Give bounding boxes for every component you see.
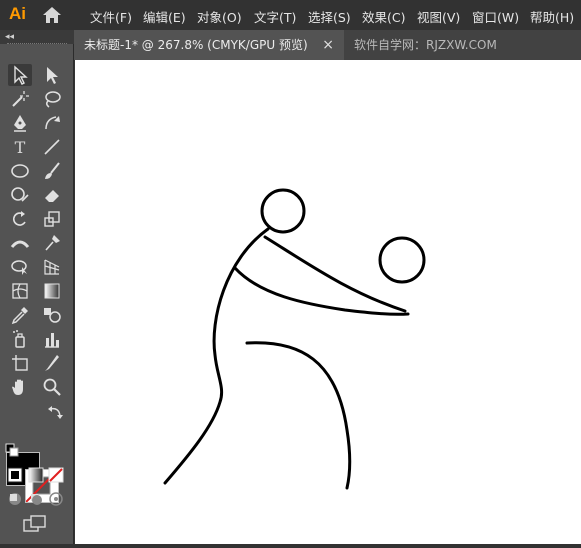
menu-object[interactable]: 对象(O) <box>197 7 242 26</box>
perspective-grid-tool-icon[interactable] <box>40 256 64 278</box>
close-icon[interactable]: × <box>322 30 334 60</box>
tools-panel: T <box>0 44 74 544</box>
mesh-tool-icon[interactable] <box>8 280 32 302</box>
body-back-stroke[interactable] <box>163 227 270 485</box>
draw-inside-icon[interactable] <box>47 490 65 508</box>
puppet-warp-tool-icon[interactable] <box>40 232 64 254</box>
draw-normal-icon[interactable] <box>6 490 24 508</box>
screen-mode-icon[interactable] <box>22 514 48 534</box>
selection-tool-icon[interactable] <box>8 64 32 86</box>
symbol-sprayer-tool-icon[interactable] <box>8 328 32 350</box>
menu-help[interactable]: 帮助(H) <box>530 7 574 26</box>
blend-tool-icon[interactable] <box>40 304 64 326</box>
head-circle[interactable] <box>260 188 306 234</box>
home-icon[interactable] <box>42 6 62 24</box>
app-logo: Ai <box>9 4 26 23</box>
rotate-tool-icon[interactable] <box>8 208 32 230</box>
ellipse-tool-icon[interactable] <box>8 160 32 182</box>
artwork <box>163 188 426 490</box>
scale-tool-icon[interactable] <box>40 208 64 230</box>
magic-wand-tool-icon[interactable] <box>8 88 32 110</box>
slice-tool-icon[interactable] <box>40 352 64 374</box>
column-graph-tool-icon[interactable] <box>40 328 64 350</box>
eyedropper-tool-icon[interactable] <box>8 304 32 326</box>
pen-tool-icon[interactable] <box>8 112 32 134</box>
collapse-icon: ◂◂ <box>5 32 15 42</box>
menu-select[interactable]: 选择(S) <box>308 7 351 26</box>
artboard-canvas[interactable] <box>75 60 581 544</box>
menu-type[interactable]: 文字(T) <box>254 7 296 26</box>
menu-edit[interactable]: 编辑(E) <box>143 7 186 26</box>
artboard-tool-icon[interactable] <box>8 352 32 374</box>
menu-window[interactable]: 窗口(W) <box>472 7 519 26</box>
paintbrush-tool-icon[interactable] <box>40 160 64 182</box>
zoom-tool-icon[interactable] <box>40 376 64 398</box>
swap-fill-stroke-icon[interactable] <box>46 404 66 422</box>
gradient-mode-button[interactable] <box>27 466 45 484</box>
ball-circle[interactable] <box>378 236 426 284</box>
default-fill-stroke-icon[interactable] <box>4 442 20 458</box>
line-segment-tool-icon[interactable] <box>40 136 64 158</box>
hand-tool-icon[interactable] <box>8 376 32 398</box>
none-mode-button[interactable] <box>47 466 65 484</box>
color-mode-button[interactable] <box>6 466 24 484</box>
watermark-text: 软件自学网：RJZXW.COM <box>354 38 497 52</box>
menu-view[interactable]: 视图(V) <box>417 7 460 26</box>
leg-stroke[interactable] <box>245 341 352 490</box>
menu-bar: Ai 文件(F) 编辑(E) 对象(O) 文字(T) 选择(S) 效果(C) 视… <box>0 0 581 30</box>
shape-builder-tool-icon[interactable] <box>8 256 32 278</box>
curvature-tool-icon[interactable] <box>40 112 64 134</box>
document-title: 未标题-1* @ 267.8% (CMYK/GPU 预览) <box>84 38 308 52</box>
type-tool-icon[interactable]: T <box>8 136 32 158</box>
eraser-tool-icon[interactable] <box>40 184 64 206</box>
lasso-tool-icon[interactable] <box>40 88 64 110</box>
toolbox-collapse-button[interactable]: ◂◂ <box>0 30 74 44</box>
draw-behind-icon[interactable] <box>27 490 45 508</box>
shaper-tool-icon[interactable] <box>8 184 32 206</box>
direct-selection-tool-icon[interactable] <box>40 64 64 86</box>
gradient-tool-icon[interactable] <box>40 280 64 302</box>
tab-document[interactable]: 未标题-1* @ 267.8% (CMYK/GPU 预览) × <box>74 30 344 60</box>
width-tool-icon[interactable] <box>8 232 32 254</box>
lower-arm-stroke[interactable] <box>233 266 410 316</box>
menu-effect[interactable]: 效果(C) <box>362 7 405 26</box>
menu-file[interactable]: 文件(F) <box>90 7 132 26</box>
